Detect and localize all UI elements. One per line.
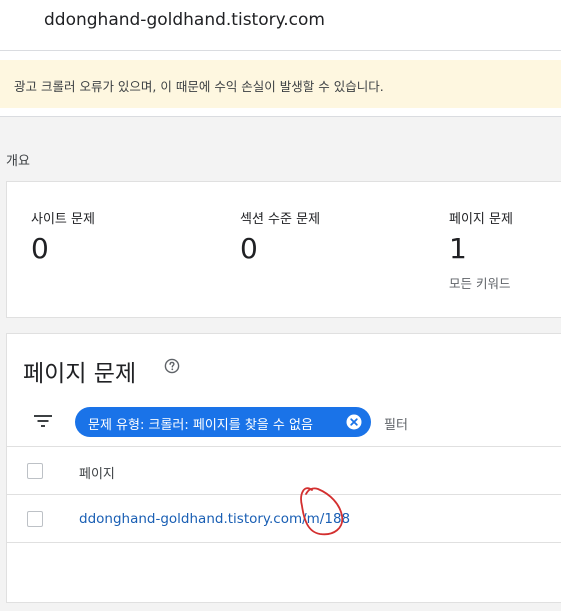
metric-page-issues: 페이지 문제 1 모든 키워드: [449, 208, 513, 292]
filter-chip-label: 문제 유형: 크롤러: 페이지를 찾을 수 없음: [88, 418, 313, 433]
divider: [7, 446, 561, 447]
site-title: ddonghand-goldhand.tistory.com: [44, 10, 325, 30]
metric-label: 사이트 문제: [31, 212, 95, 227]
filter-chip[interactable]: 문제 유형: 크롤러: 페이지를 찾을 수 없음: [75, 407, 371, 437]
filter-button[interactable]: 필터: [384, 414, 408, 433]
spacer: [0, 108, 561, 117]
top-bar: ddonghand-goldhand.tistory.com: [0, 0, 561, 51]
metric-site-issues: 사이트 문제 0: [31, 208, 95, 263]
metric-label: 섹션 수준 문제: [240, 212, 321, 227]
metric-value: 0: [240, 232, 258, 265]
metric-label: 페이지 문제: [449, 212, 513, 227]
help-icon[interactable]: [164, 358, 180, 374]
metric-value: 1: [449, 232, 467, 265]
page-issues-card: 페이지 문제 문제 유형: 크롤러: 페이지를 찾을 수 없음 필터 페이지 d…: [6, 333, 561, 603]
divider: [7, 542, 561, 543]
select-all-checkbox[interactable]: [27, 463, 43, 479]
overview-label: 개요: [6, 154, 30, 169]
metric-section-issues: 섹션 수준 문제 0: [240, 208, 320, 263]
row-checkbox[interactable]: [27, 511, 43, 527]
warning-text: 광고 크롤러 오류가 있으며, 이 때문에 수익 손실이 발생할 수 있습니다.: [14, 79, 384, 94]
close-icon[interactable]: [346, 414, 362, 430]
page-url-link[interactable]: ddonghand-goldhand.tistory.com/m/188: [79, 511, 350, 527]
metric-value: 0: [31, 232, 49, 265]
divider: [7, 494, 561, 495]
page-issues-title: 페이지 문제: [23, 361, 137, 387]
spacer: [0, 51, 561, 60]
warning-banner: 광고 크롤러 오류가 있으며, 이 때문에 수익 손실이 발생할 수 있습니다.: [0, 60, 561, 108]
column-header-page: 페이지: [79, 467, 115, 482]
filter-icon[interactable]: [33, 414, 53, 428]
overview-card: 사이트 문제 0 섹션 수준 문제 0 페이지 문제 1 모든 키워드: [6, 181, 561, 318]
metric-subtext: 모든 키워드: [449, 276, 511, 291]
